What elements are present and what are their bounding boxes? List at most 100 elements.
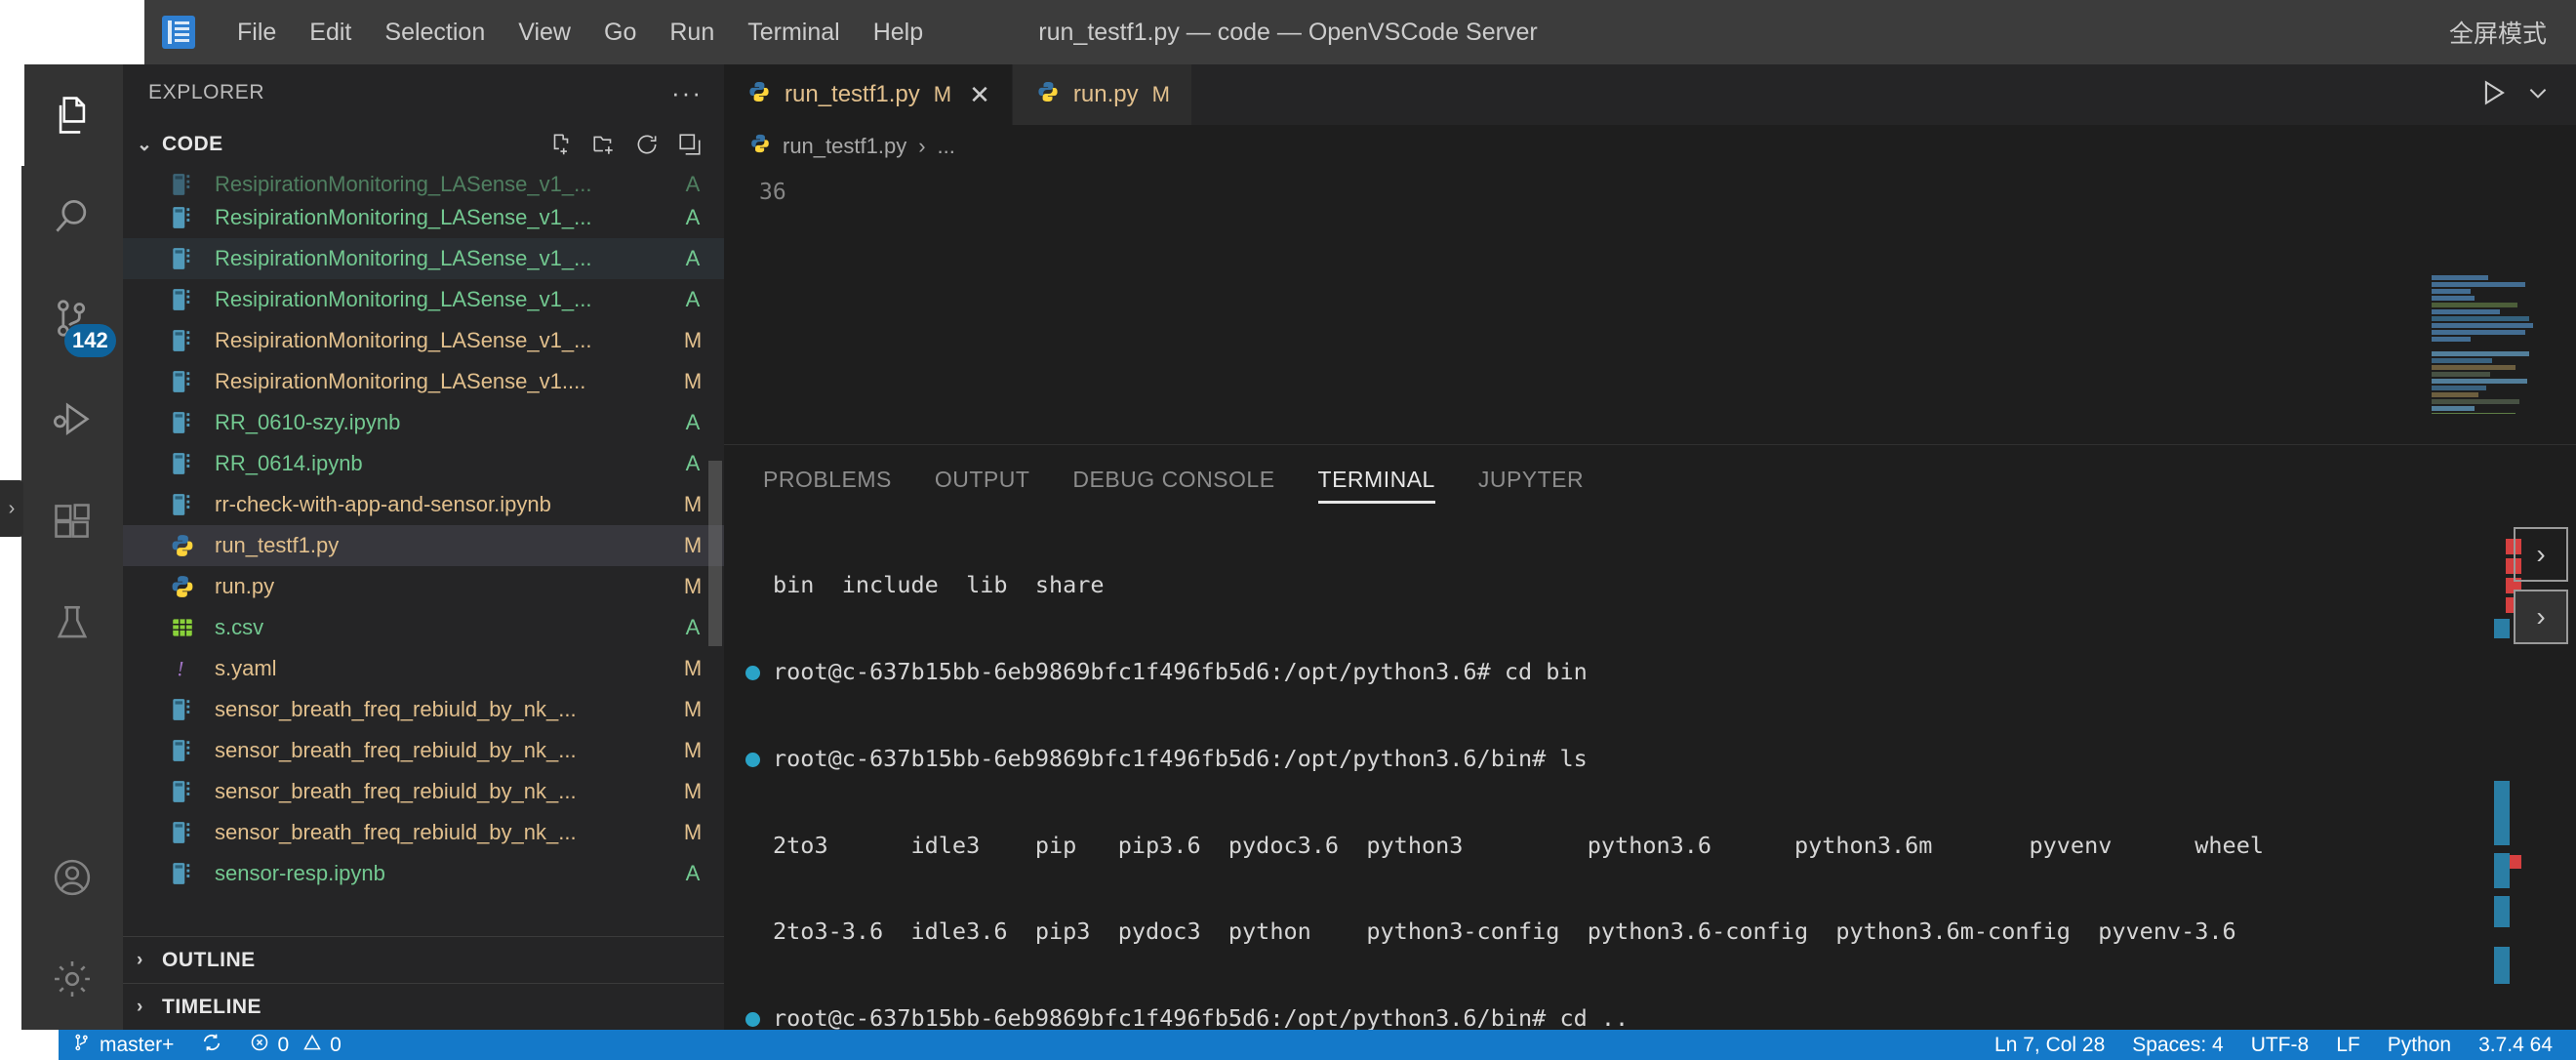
list-item[interactable]: ResipirationMonitoring_LASense_v1_... A: [123, 238, 724, 279]
accounts-button[interactable]: [21, 827, 123, 928]
breadcrumb-rest[interactable]: ...: [938, 134, 955, 159]
list-item-run-testf1[interactable]: run_testf1.py M: [123, 525, 724, 566]
list-item[interactable]: ResipirationMonitoring_LASense_v1_... A: [123, 168, 724, 197]
file-name: sensor_breath_freq_rebiuld_by_nk_...: [215, 697, 577, 721]
list-item-s-csv[interactable]: s.csv A: [123, 607, 724, 648]
menu-go[interactable]: Go: [587, 12, 653, 53]
sidebar-item-testing[interactable]: [21, 572, 123, 673]
sidebar-item-extensions[interactable]: [21, 470, 123, 572]
status-language-mode[interactable]: Python: [2374, 1030, 2465, 1060]
fullscreen-mode-label[interactable]: 全屏模式: [2449, 15, 2547, 50]
account-icon: [54, 859, 91, 896]
new-file-icon[interactable]: [544, 128, 578, 161]
explorer-scrollbar-thumb[interactable]: [708, 461, 722, 646]
menu-run[interactable]: Run: [653, 12, 731, 53]
terminal-new-button[interactable]: ›: [2514, 527, 2568, 582]
list-item[interactable]: ResipirationMonitoring_LASense_v1_... M: [123, 320, 724, 361]
sidebar-item-explorer[interactable]: [21, 64, 123, 166]
terminal-output[interactable]: bin include lib share root@c-637b15bb-6e…: [724, 513, 2576, 1030]
python-icon: [1036, 80, 1060, 110]
list-item[interactable]: ResipirationMonitoring_LASense_v1_... A: [123, 197, 724, 238]
close-icon[interactable]: ✕: [969, 82, 990, 107]
collapse-all-icon[interactable]: [673, 128, 706, 161]
menu-edit[interactable]: Edit: [293, 12, 368, 53]
editor-content[interactable]: 36: [724, 168, 2576, 414]
notebook-icon: [170, 205, 203, 230]
status-interpreter[interactable]: 3.7.4 64: [2465, 1030, 2566, 1060]
list-item[interactable]: sensor-resp.ipynb A: [123, 853, 724, 894]
list-item[interactable]: sensor_breath_freq_rebiuld_by_nk_... M: [123, 812, 724, 853]
list-item[interactable]: RR_0614.ipynb A: [123, 443, 724, 484]
terminal-command: cd ..: [1559, 1004, 1630, 1030]
file-name: RR_0610-szy.ipynb: [215, 410, 401, 434]
chevron-down-icon[interactable]: [2525, 80, 2551, 110]
menu-file[interactable]: File: [221, 12, 293, 53]
terminal-scrollbar[interactable]: › ›: [2478, 513, 2576, 1060]
minimap[interactable]: [2432, 168, 2539, 414]
git-status: A: [685, 205, 701, 229]
breadcrumb[interactable]: run_testf1.py › ...: [724, 125, 2576, 168]
list-item[interactable]: RR_0610-szy.ipynb A: [123, 402, 724, 443]
menu-view[interactable]: View: [502, 12, 587, 53]
bottom-panel: PROBLEMS OUTPUT DEBUG CONSOLE TERMINAL J…: [724, 444, 2576, 1060]
list-item[interactable]: sensor_breath_freq_rebiuld_by_nk_... M: [123, 689, 724, 730]
list-item[interactable]: ResipirationMonitoring_LASense_v1_... A: [123, 279, 724, 320]
tab-output[interactable]: OUTPUT: [913, 445, 1052, 513]
outline-section[interactable]: › OUTLINE: [123, 936, 724, 983]
branch-name: master+: [100, 1033, 175, 1056]
tab-run-py[interactable]: run.py M: [1012, 64, 1192, 125]
menu-selection[interactable]: Selection: [368, 12, 502, 53]
explorer-header: EXPLORER ···: [123, 64, 724, 121]
play-icon[interactable]: [2476, 76, 2510, 114]
tab-label: run.py: [1072, 81, 1139, 107]
sidebar-item-source-control[interactable]: 142: [21, 267, 123, 369]
explorer-more-actions-button[interactable]: ···: [671, 78, 703, 108]
list-item-s-yaml[interactable]: ! s.yaml M: [123, 648, 724, 689]
menu-help[interactable]: Help: [857, 12, 940, 53]
list-item[interactable]: rr-check-with-app-and-sensor.ipynb M: [123, 484, 724, 525]
status-encoding[interactable]: UTF-8: [2237, 1030, 2323, 1060]
manage-settings-button[interactable]: [21, 928, 123, 1030]
sidebar-item-search[interactable]: [21, 166, 123, 267]
tab-run-testf1-py[interactable]: run_testf1.py M ✕: [724, 64, 1013, 125]
list-item[interactable]: ResipirationMonitoring_LASense_v1.... M: [123, 361, 724, 402]
timeline-section[interactable]: › TIMELINE: [123, 983, 724, 1030]
file-name: ResipirationMonitoring_LASense_v1....: [215, 369, 586, 393]
tab-terminal[interactable]: TERMINAL: [1297, 445, 1457, 513]
sidebar-expand-handle[interactable]: ›: [0, 480, 23, 537]
breadcrumb-file[interactable]: run_testf1.py: [783, 134, 906, 159]
error-icon: [250, 1033, 269, 1058]
status-sync[interactable]: [187, 1030, 236, 1060]
status-problems[interactable]: 0 0: [236, 1030, 354, 1060]
sidebar-item-run-and-debug[interactable]: [21, 369, 123, 470]
tab-problems[interactable]: PROBLEMS: [742, 445, 913, 513]
file-name: sensor_breath_freq_rebiuld_by_nk_...: [215, 820, 577, 844]
status-indentation[interactable]: Spaces: 4: [2118, 1030, 2236, 1060]
svg-text:!: !: [177, 658, 183, 681]
list-item[interactable]: [123, 894, 724, 916]
list-item[interactable]: sensor_breath_freq_rebiuld_by_nk_... M: [123, 771, 724, 812]
status-branch[interactable]: master+: [59, 1030, 187, 1060]
refresh-icon[interactable]: [630, 128, 664, 161]
run-debug-icon: [54, 402, 90, 436]
terminal-split-button[interactable]: ›: [2514, 590, 2568, 644]
python-icon: [749, 133, 771, 160]
list-item[interactable]: sensor_breath_freq_rebiuld_by_nk_... M: [123, 730, 724, 771]
source-control-badge: 142: [64, 324, 116, 357]
file-name: run_testf1.py: [215, 533, 340, 557]
new-folder-icon[interactable]: [587, 128, 621, 161]
warning-icon: [302, 1033, 322, 1058]
notebook-icon: [170, 820, 203, 845]
terminal-line: root@c-637b15bb-6eb9869bfc1f496fb5d6:/op…: [745, 658, 2576, 687]
status-cursor-position[interactable]: Ln 7, Col 28: [1981, 1030, 2118, 1060]
tab-jupyter[interactable]: JUPYTER: [1457, 445, 1605, 513]
status-eol[interactable]: LF: [2322, 1030, 2374, 1060]
terminal-text: 2to3-3.6 idle3.6 pip3 pydoc3 python pyth…: [773, 917, 2236, 946]
tab-debug-console[interactable]: DEBUG CONSOLE: [1051, 445, 1296, 513]
list-item-run-py[interactable]: run.py M: [123, 566, 724, 607]
file-name: sensor_breath_freq_rebiuld_by_nk_...: [215, 738, 577, 762]
explorer-folder-section[interactable]: ⌄ CODE: [123, 121, 724, 168]
explorer-file-list[interactable]: ResipirationMonitoring_LASense_v1_... A …: [123, 168, 724, 936]
git-status: A: [685, 246, 701, 270]
menu-terminal[interactable]: Terminal: [731, 12, 856, 53]
